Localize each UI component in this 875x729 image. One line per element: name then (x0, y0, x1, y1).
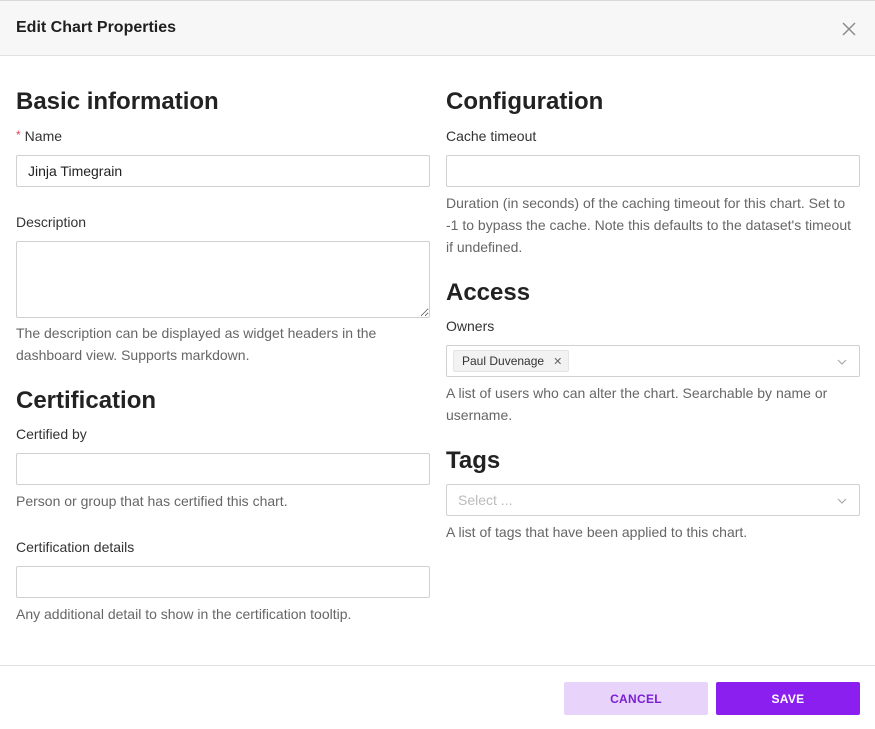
cache-timeout-label: Cache timeout (446, 128, 537, 144)
tags-help: A list of tags that have been applied to… (446, 524, 748, 540)
certified-by-label: Certified by (16, 426, 87, 442)
basic-information-heading: Basic information (16, 88, 219, 115)
owner-chip-label: Paul Duvenage (462, 354, 545, 368)
certified-by-help: Person or group that has certified this … (16, 493, 288, 509)
cache-timeout-help: Duration (in seconds) of the caching tim… (446, 195, 852, 255)
edit-chart-properties-modal: Edit Chart Properties Basic information … (0, 0, 875, 729)
modal-title: Edit Chart Properties (16, 19, 177, 36)
close-icon[interactable] (841, 21, 857, 37)
modal-footer: CANCEL SAVE (0, 665, 875, 729)
cache-timeout-input[interactable] (446, 155, 860, 187)
certification-details-help: Any additional detail to show in the cer… (16, 606, 352, 622)
tags-select[interactable]: Select ... (446, 484, 860, 516)
name-label: * Name (16, 128, 62, 144)
save-button[interactable]: SAVE (716, 682, 860, 715)
required-mark: * (16, 128, 21, 142)
description-textarea[interactable] (16, 241, 430, 318)
tags-heading: Tags (446, 447, 501, 474)
chevron-down-icon (837, 359, 847, 365)
access-heading: Access (446, 279, 531, 306)
certification-heading: Certification (16, 387, 157, 414)
chevron-down-icon (837, 498, 847, 504)
description-label: Description (16, 214, 87, 230)
owners-label: Owners (446, 318, 495, 334)
name-label-text: Name (24, 128, 63, 144)
certification-details-label: Certification details (16, 539, 135, 555)
certified-by-input[interactable] (16, 453, 430, 485)
certification-details-input[interactable] (16, 566, 430, 598)
cancel-button[interactable]: CANCEL (564, 682, 708, 715)
owner-chip: Paul Duvenage ✕ (453, 350, 570, 372)
description-help: The description can be displayed as widg… (16, 325, 377, 363)
modal-header: Edit Chart Properties (0, 0, 875, 56)
owners-help: A list of users who can alter the chart.… (446, 385, 828, 423)
tags-placeholder: Select ... (458, 492, 513, 508)
owners-select[interactable]: Paul Duvenage ✕ (446, 345, 860, 377)
remove-owner-icon[interactable]: ✕ (553, 355, 562, 368)
name-input[interactable] (16, 155, 430, 187)
configuration-heading: Configuration (446, 88, 604, 115)
